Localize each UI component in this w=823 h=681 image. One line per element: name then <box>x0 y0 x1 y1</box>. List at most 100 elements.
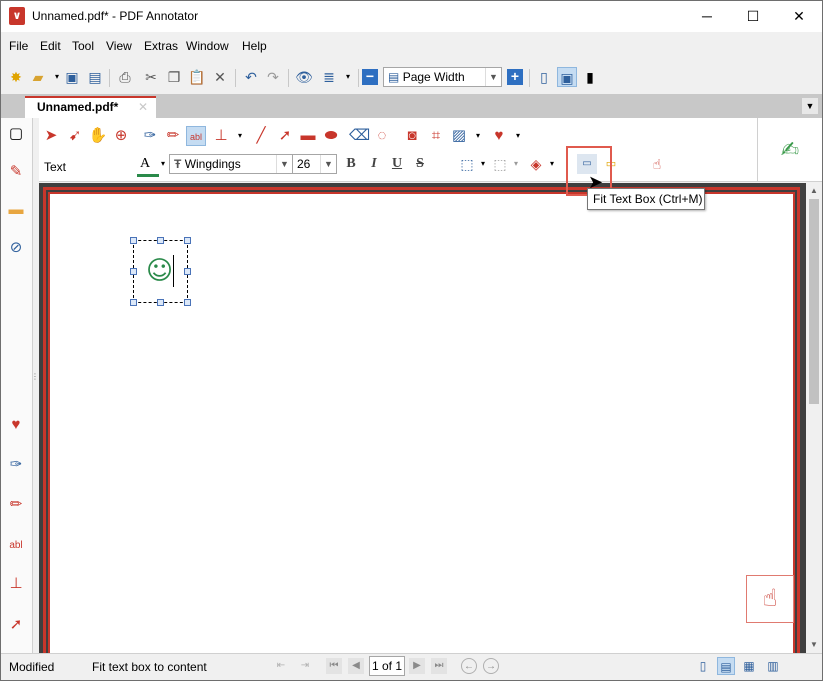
resize-handle[interactable] <box>130 299 137 306</box>
text-select-tool-icon[interactable]: ➹ <box>65 126 85 146</box>
last-page-icon[interactable]: ⏭ <box>431 658 447 674</box>
maximize-button[interactable]: ☐ <box>730 1 776 32</box>
resize-handle[interactable] <box>130 268 137 275</box>
italic-button[interactable]: I <box>366 156 382 174</box>
pages-panel-icon[interactable]: ▢ <box>6 124 26 144</box>
copy-icon[interactable]: ❐ <box>164 67 184 87</box>
signature-panel-icon[interactable]: ✍ <box>757 118 822 182</box>
notes-panel-icon[interactable]: ▬ <box>6 200 26 220</box>
bookmarks-panel-icon[interactable]: ✎ <box>6 162 26 182</box>
new-document-icon[interactable]: ✸ <box>6 67 26 87</box>
redo-icon[interactable]: ↷ <box>263 67 283 87</box>
paste-icon[interactable]: 📋 <box>187 67 207 87</box>
vertical-scrollbar[interactable]: ▲ ▼ <box>806 183 822 653</box>
scroll-up-icon[interactable]: ▲ <box>806 183 822 199</box>
line-tool-icon[interactable]: ╱ <box>251 126 271 146</box>
resize-handle[interactable] <box>157 237 164 244</box>
font-family-select[interactable]: Ŧ Wingdings ▼ <box>169 154 293 174</box>
favorites-heart-icon[interactable]: ♥ <box>489 126 509 146</box>
highlighter-icon[interactable]: ✏ <box>163 126 183 146</box>
page-number-field[interactable]: 1 of 1 <box>369 656 405 676</box>
eraser-icon[interactable]: ⌫ <box>349 126 370 146</box>
underline-button[interactable]: U <box>389 156 405 174</box>
find-binoculars-icon[interactable]: 👁 <box>294 67 314 87</box>
camera-snapshot-icon[interactable]: ◙ <box>402 126 422 146</box>
select-tool-icon[interactable]: ➤ <box>41 126 61 146</box>
crop-icon[interactable]: ⌗ <box>426 126 446 146</box>
menu-tool[interactable]: Tool <box>72 39 94 53</box>
arrow-tool-icon[interactable]: ➚ <box>275 126 295 146</box>
resize-handle[interactable] <box>184 299 191 306</box>
scroll-thumb[interactable] <box>809 199 819 404</box>
close-button[interactable]: ✕ <box>776 1 822 32</box>
font-color-icon[interactable]: A <box>135 154 155 174</box>
touch-hand-button[interactable]: ☝ <box>746 575 794 623</box>
border-color-dropdown-icon[interactable]: ▾ <box>506 154 526 174</box>
print-icon[interactable]: ⎙ <box>115 67 135 87</box>
tab-list-dropdown-icon[interactable]: ▼ <box>802 98 818 114</box>
menu-file[interactable]: File <box>9 39 28 53</box>
text-box-tool-icon[interactable]: abl <box>186 126 206 146</box>
menu-help[interactable]: Help <box>242 39 267 53</box>
touch-mode-icon[interactable]: ☝ <box>647 154 667 174</box>
resize-handle[interactable] <box>184 268 191 275</box>
search-dropdown-icon[interactable]: ▾ <box>338 67 358 87</box>
sidebar-resize-grip[interactable]: ⋮ <box>31 373 39 393</box>
continuous-layout-icon[interactable]: ▤ <box>717 657 735 675</box>
single-page-view-icon[interactable]: ▯ <box>534 67 554 87</box>
hand-tool-icon[interactable]: ✋ <box>88 126 108 146</box>
fullscreen-icon[interactable]: ▮ <box>580 67 600 87</box>
zoom-in-button[interactable]: + <box>507 69 523 85</box>
pen-tool-icon[interactable]: ✑ <box>6 455 26 475</box>
bold-button[interactable]: B <box>343 156 359 174</box>
menu-edit[interactable]: Edit <box>40 39 61 53</box>
scroll-down-icon[interactable]: ▼ <box>806 637 822 653</box>
forward-icon[interactable]: → <box>483 658 499 674</box>
highlighter-tool-icon[interactable]: ✏ <box>6 495 26 515</box>
single-page-layout-icon[interactable]: ▯ <box>694 657 712 675</box>
stamp-icon[interactable]: ⊥ <box>211 126 231 146</box>
rectangle-tool-icon[interactable]: ▬ <box>298 126 318 146</box>
menu-extras[interactable]: Extras <box>144 39 178 53</box>
pen-icon[interactable]: ✑ <box>140 126 160 146</box>
zoom-out-button[interactable]: − <box>362 69 378 85</box>
insert-image-dropdown-icon[interactable]: ▾ <box>468 126 488 146</box>
next-page-icon[interactable]: ▶ <box>409 658 425 674</box>
favorite-heart-icon[interactable]: ♥ <box>6 415 26 435</box>
first-page-icon[interactable]: ⏮ <box>326 658 342 674</box>
zoom-select[interactable]: ▤ Page Width ▼ <box>383 67 502 87</box>
lasso-icon[interactable]: ◌ <box>372 126 392 146</box>
save-icon[interactable]: ▣ <box>62 67 82 87</box>
delete-icon[interactable]: ✕ <box>210 67 230 87</box>
two-page-layout-icon[interactable]: ▦ <box>740 657 758 675</box>
undo-icon[interactable]: ↶ <box>241 67 261 87</box>
ellipse-tool-icon[interactable]: ⬬ <box>321 126 341 146</box>
next-view-icon[interactable]: ⇥ <box>297 658 313 674</box>
strikethrough-button[interactable]: S <box>412 156 428 174</box>
resize-handle[interactable] <box>184 237 191 244</box>
previous-view-icon[interactable]: ⇤ <box>273 658 289 674</box>
open-folder-icon[interactable]: ▰ <box>28 67 48 87</box>
search-annotations-icon[interactable]: ≣ <box>319 67 339 87</box>
cut-icon[interactable]: ✂ <box>141 67 161 87</box>
minimize-button[interactable]: ─ <box>684 1 730 32</box>
previous-page-icon[interactable]: ◀ <box>348 658 364 674</box>
stamp-tool-icon[interactable]: ⊥ <box>6 574 26 594</box>
insert-image-icon[interactable]: ▨ <box>449 126 469 146</box>
back-icon[interactable]: ← <box>461 658 477 674</box>
font-size-select[interactable]: 26 ▼ <box>292 154 337 174</box>
stamp-dropdown-icon[interactable]: ▾ <box>230 126 250 146</box>
zoom-tool-icon[interactable]: ⊕ <box>111 126 131 146</box>
menu-view[interactable]: View <box>106 39 132 53</box>
menu-window[interactable]: Window <box>186 39 229 53</box>
fit-width-view-icon[interactable]: ▣ <box>557 67 577 87</box>
resize-handle[interactable] <box>157 299 164 306</box>
save-as-icon[interactable]: ▤ <box>85 67 105 87</box>
tab-unnamed-pdf[interactable]: Unnamed.pdf* ✕ <box>25 96 156 118</box>
attachments-panel-icon[interactable]: ⊘ <box>6 238 26 258</box>
tab-close-icon[interactable]: ✕ <box>138 98 148 117</box>
two-page-continuous-layout-icon[interactable]: ▥ <box>764 657 782 675</box>
text-tool-icon[interactable]: abl <box>6 536 26 556</box>
favorites-dropdown-icon[interactable]: ▾ <box>508 126 528 146</box>
resize-handle[interactable] <box>130 237 137 244</box>
